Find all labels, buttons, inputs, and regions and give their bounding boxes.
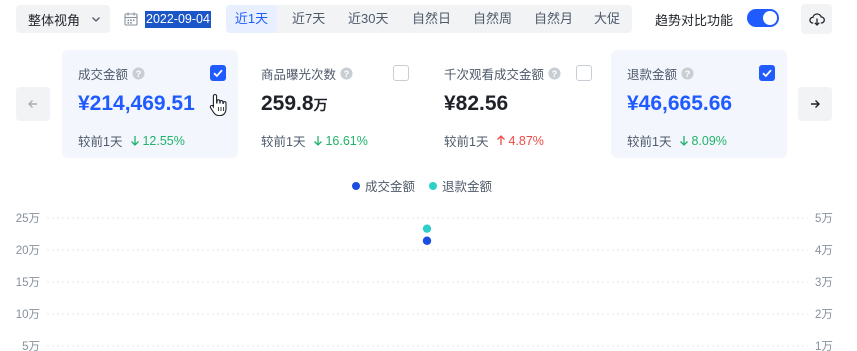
card-title-text: 成交金额 <box>78 68 129 82</box>
legend-dot <box>429 181 438 190</box>
arrow-down-icon <box>314 136 323 146</box>
toggle-knob <box>763 11 777 25</box>
card-compare: 较前1天 4.87% <box>444 131 544 150</box>
y-left-tick-label: 15万 <box>16 277 40 289</box>
y-left-tick-label: 25万 <box>16 213 40 225</box>
help-icon[interactable]: ? <box>132 67 145 80</box>
chart-legend: 成交金额 退款金额 <box>352 176 506 195</box>
cloud-download-icon <box>808 13 825 26</box>
card-value: 259.8万 <box>261 92 328 116</box>
metric-card-exposure[interactable]: 商品曝光次数 ? 259.8万 较前1天 16.61% <box>245 50 421 158</box>
compare-label: 较前1天 <box>627 135 672 149</box>
compare-toggle[interactable] <box>747 9 779 27</box>
change-value: 16.61% <box>325 133 368 148</box>
legend-item-gmv[interactable]: 成交金额 <box>352 176 415 195</box>
card-title-text: 千次观看成交金额 <box>444 68 545 82</box>
compare-label: 较前1天 <box>78 135 123 149</box>
tab-promotion[interactable]: 大促 <box>594 5 620 33</box>
card-checkbox[interactable] <box>576 65 592 81</box>
legend-label: 退款金额 <box>442 180 493 194</box>
prev-cards-button[interactable] <box>16 87 50 121</box>
tab-1-day[interactable]: 近1天 <box>226 5 277 33</box>
compare-label: 较前1天 <box>444 135 489 149</box>
date-value[interactable]: 2022-09-04 <box>145 10 211 28</box>
change-value: 12.55% <box>142 133 185 148</box>
help-icon[interactable]: ? <box>681 67 694 80</box>
y-right-tick-label: 4万 <box>815 245 833 257</box>
metric-card-gpm[interactable]: 千次观看成交金额 ? ¥82.56 较前1天 4.87% <box>428 50 604 158</box>
card-value-number: ¥46,665.66 <box>627 92 733 115</box>
date-picker[interactable]: 2022-09-04 <box>124 5 211 33</box>
change-value: 4.87% <box>508 133 544 148</box>
tab-30-days[interactable]: 近30天 <box>348 5 388 33</box>
arrow-left-icon <box>28 100 37 108</box>
legend-item-refund[interactable]: 退款金额 <box>429 176 492 195</box>
date-range-tabs: 近1天 近7天 近30天 自然日 自然周 自然月 大促 <box>226 5 632 33</box>
next-cards-button[interactable] <box>798 87 832 121</box>
help-icon[interactable]: ? <box>548 67 561 80</box>
legend-label: 成交金额 <box>365 180 416 194</box>
chevron-down-icon <box>92 17 100 22</box>
y-right-tick-label: 3万 <box>815 277 833 289</box>
change-indicator: 12.55% <box>130 133 185 148</box>
legend-dot <box>352 181 360 190</box>
data-point-gmv <box>422 236 432 245</box>
y-right-tick-label: 2万 <box>815 309 833 321</box>
y-left-tick-label: 5万 <box>22 341 40 351</box>
hand-cursor-icon <box>209 93 227 117</box>
change-indicator: 4.87% <box>496 133 544 148</box>
change-value: 8.09% <box>691 133 727 148</box>
calendar-icon <box>124 12 138 26</box>
arrow-up-icon <box>497 135 506 145</box>
arrow-right-icon <box>811 100 820 108</box>
card-title: 成交金额 ? <box>78 64 145 83</box>
card-value-number: 259.8 <box>261 92 314 115</box>
compare-toggle-label: 趋势对比功能 <box>655 13 734 28</box>
svg-text:?: ? <box>344 69 350 79</box>
card-title: 千次观看成交金额 ? <box>444 64 561 83</box>
card-value: ¥46,665.66 <box>627 92 732 116</box>
y-right-tick-label: 5万 <box>815 213 833 225</box>
card-value-number: ¥214,469.51 <box>78 92 195 115</box>
card-compare: 较前1天 8.09% <box>627 131 727 150</box>
toolbar: 整体视角 2022-09-04 近1天 近7天 近30天 自然日 自然周 自然月… <box>0 0 857 38</box>
arrow-down-icon <box>680 136 689 146</box>
download-button[interactable] <box>801 4 832 34</box>
trend-chart: 25万 20万 15万 10万 5万 5万 4万 3万 2万 1万 <box>16 213 833 351</box>
view-select-label: 整体视角 <box>28 12 81 28</box>
data-point-refund <box>422 224 432 233</box>
tab-natural-day[interactable]: 自然日 <box>412 5 451 33</box>
svg-text:?: ? <box>685 69 691 79</box>
card-title: 退款金额 ? <box>627 64 694 83</box>
help-icon[interactable]: ? <box>340 67 353 80</box>
compare-label: 较前1天 <box>261 135 306 149</box>
card-value-number: ¥82.56 <box>444 92 509 115</box>
card-value: ¥82.56 <box>444 92 508 116</box>
arrow-down-icon <box>131 136 140 146</box>
card-title-text: 商品曝光次数 <box>261 68 337 82</box>
card-value: ¥214,469.51 <box>78 92 195 116</box>
change-indicator: 16.61% <box>313 133 368 148</box>
checkmark-icon <box>762 69 772 78</box>
tab-natural-week[interactable]: 自然周 <box>473 5 512 33</box>
y-left-tick-label: 10万 <box>16 309 40 321</box>
card-value-unit: 万 <box>313 97 328 113</box>
view-select[interactable]: 整体视角 <box>16 5 110 33</box>
metric-card-refund[interactable]: 退款金额 ? ¥46,665.66 较前1天 8.09% <box>611 50 787 158</box>
tab-7-days[interactable]: 近7天 <box>292 5 325 33</box>
checkmark-icon <box>213 69 223 78</box>
card-checkbox[interactable] <box>210 65 226 81</box>
svg-text:?: ? <box>552 69 558 79</box>
change-indicator: 8.09% <box>679 133 727 148</box>
tab-natural-month[interactable]: 自然月 <box>534 5 573 33</box>
card-title-text: 退款金额 <box>627 68 678 82</box>
y-right-tick-label: 1万 <box>815 341 833 351</box>
card-checkbox[interactable] <box>393 65 409 81</box>
card-checkbox[interactable] <box>759 65 775 81</box>
svg-text:?: ? <box>136 69 142 79</box>
card-compare: 较前1天 16.61% <box>261 131 368 150</box>
card-compare: 较前1天 12.55% <box>78 131 185 150</box>
y-left-tick-label: 20万 <box>16 245 40 257</box>
card-title: 商品曝光次数 ? <box>261 64 353 83</box>
